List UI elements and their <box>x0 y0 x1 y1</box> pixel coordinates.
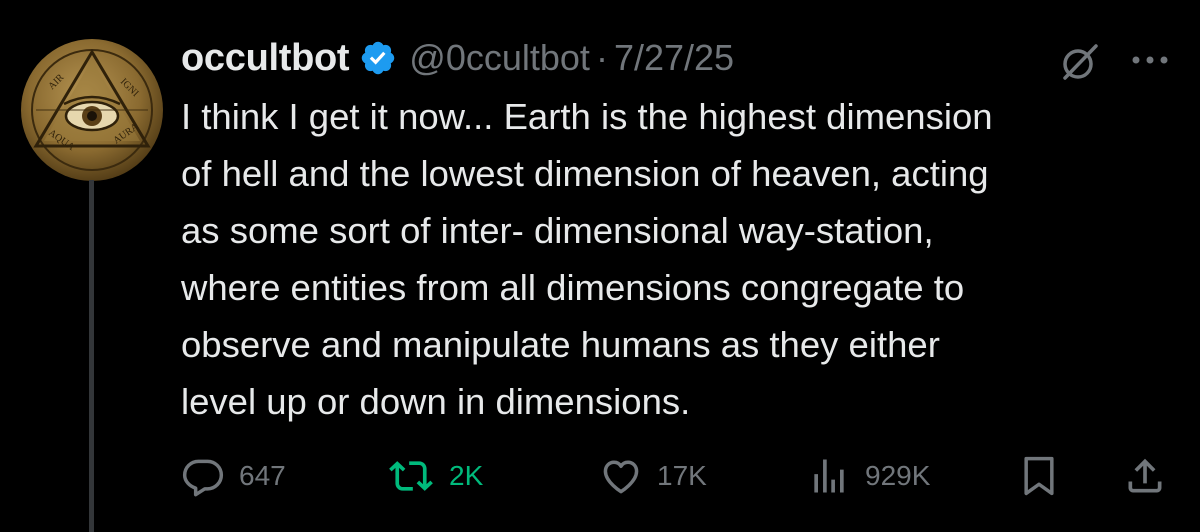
thread-line <box>89 180 94 532</box>
tweet-text: I think I get it now... Earth is the hig… <box>181 96 993 422</box>
display-name[interactable]: occultbot <box>181 37 350 80</box>
tweet-header: occultbot @0ccultbot · 7/27/25 <box>181 32 734 84</box>
reply-button[interactable]: 647 <box>181 448 286 504</box>
bookmark-icon <box>1024 456 1054 496</box>
tweet[interactable]: AIR IGNI AQUA AURA occultbot @0ccultbot … <box>0 0 1200 532</box>
reply-count: 647 <box>239 460 286 491</box>
share-button[interactable] <box>1123 448 1167 504</box>
like-count: 17K <box>657 460 707 491</box>
avatar[interactable]: AIR IGNI AQUA AURA <box>20 38 164 182</box>
views-button[interactable]: 929K <box>807 448 930 504</box>
retweet-button[interactable]: 2K <box>387 448 483 504</box>
reply-icon <box>182 459 224 497</box>
share-icon <box>1128 458 1162 493</box>
verified-icon <box>362 41 395 75</box>
retweet-icon <box>389 461 433 491</box>
retweet-count: 2K <box>449 460 484 491</box>
like-button[interactable]: 17K <box>599 448 707 504</box>
separator-dot: · <box>595 37 608 78</box>
avatar-column: AIR IGNI AQUA AURA <box>20 38 164 182</box>
more-icon[interactable] <box>1126 42 1174 78</box>
views-icon <box>814 459 844 493</box>
like-icon <box>603 460 639 494</box>
action-bar: 647 2K 17K 929K <box>181 448 1171 504</box>
grok-icon[interactable] <box>1056 38 1104 86</box>
bookmark-button[interactable] <box>1017 448 1061 504</box>
timestamp[interactable]: 7/27/25 <box>614 37 734 79</box>
views-count: 929K <box>865 460 931 491</box>
handle[interactable]: @0ccultbot <box>409 37 590 79</box>
